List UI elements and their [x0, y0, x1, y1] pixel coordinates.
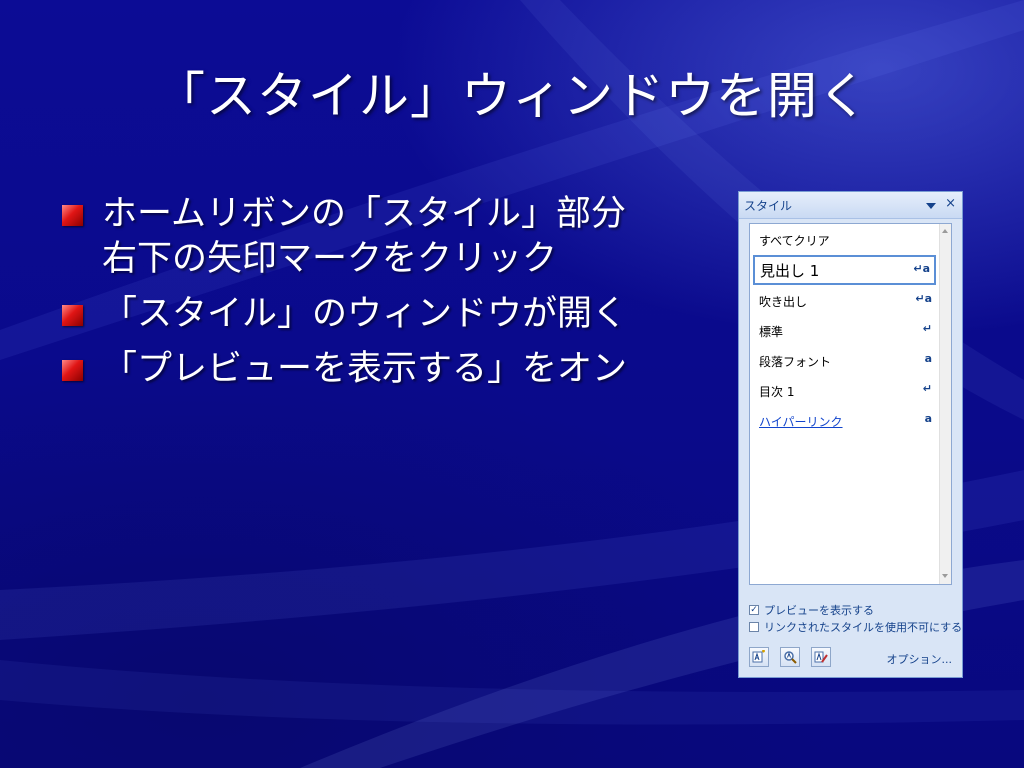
style-item-hyperlink[interactable]: ハイパーリンク a	[753, 407, 936, 433]
paragraph-style-icon: ↵	[922, 382, 932, 395]
style-item-label: 目次 1	[759, 385, 795, 399]
disable-linked-styles-checkbox[interactable]: リンクされたスタイルを使用不可にする	[749, 619, 962, 636]
style-item-paragraph-font[interactable]: 段落フォント a	[753, 347, 936, 373]
style-item-normal[interactable]: 標準 ↵	[753, 317, 936, 343]
style-list: すべてクリア 見出し 1 ↵a 吹き出し ↵a 標準 ↵ 段落フォント a 目次…	[749, 223, 952, 585]
pane-options: ✓ プレビューを表示する リンクされたスタイルを使用不可にする	[749, 602, 962, 636]
style-inspector-button[interactable]	[780, 647, 800, 667]
close-icon[interactable]: ×	[945, 196, 956, 212]
bullet-square-icon	[62, 360, 83, 381]
bullet-text-continued: 右下の矢印マークをクリック	[102, 239, 558, 279]
options-link[interactable]: オプション...	[887, 651, 953, 667]
pane-menu-dropdown-icon[interactable]	[924, 198, 938, 212]
checkbox-checked-icon[interactable]: ✓	[749, 605, 759, 615]
style-inspector-icon	[784, 651, 797, 664]
style-item-label: 吹き出し	[759, 295, 808, 309]
linked-style-icon: ↵a	[913, 262, 930, 275]
bullet-item: 「スタイル」のウィンドウが開く	[62, 292, 712, 337]
style-item-clear-all[interactable]: すべてクリア	[753, 226, 936, 252]
styles-pane: スタイル × すべてクリア 見出し 1 ↵a 吹き出し ↵a 標準 ↵ 段落フォ…	[738, 191, 963, 678]
style-item-label: すべてクリア	[759, 234, 830, 248]
bullet-text: ホームリボンの「スタイル」部分	[102, 194, 626, 234]
paragraph-style-icon: ↵	[922, 322, 932, 335]
bullet-square-icon	[62, 205, 83, 226]
scroll-up-arrow-icon[interactable]	[942, 229, 948, 233]
style-item-label: ハイパーリンク	[759, 415, 843, 429]
character-style-icon: a	[924, 412, 932, 425]
bullet-text: 「プレビューを表示する」をオン	[102, 349, 628, 389]
scroll-down-arrow-icon[interactable]	[942, 574, 948, 578]
linked-style-icon: ↵a	[915, 292, 932, 305]
new-style-button[interactable]	[749, 647, 769, 667]
pane-title: スタイル	[744, 199, 793, 213]
style-item-balloon-text[interactable]: 吹き出し ↵a	[753, 287, 936, 313]
bullet-item: 「プレビューを表示する」をオン	[62, 347, 712, 392]
show-preview-checkbox[interactable]: ✓ プレビューを表示する	[749, 602, 962, 619]
manage-styles-button[interactable]	[811, 647, 831, 667]
style-item-heading-1[interactable]: 見出し 1 ↵a	[753, 255, 936, 285]
bullet-text: 「スタイル」のウィンドウが開く	[102, 294, 628, 334]
pane-header: スタイル ×	[739, 192, 962, 219]
style-item-label: 標準	[759, 325, 784, 339]
disable-linked-styles-label: リンクされたスタイルを使用不可にする	[764, 621, 963, 634]
style-item-label: 段落フォント	[759, 355, 832, 369]
style-item-label: 見出し 1	[760, 262, 820, 280]
slide-title: 「スタイル」ウィンドウを開く	[155, 67, 869, 125]
list-scrollbar[interactable]	[939, 224, 951, 584]
character-style-icon: a	[924, 352, 932, 365]
manage-styles-icon	[814, 651, 828, 663]
style-item-toc-1[interactable]: 目次 1 ↵	[753, 377, 936, 403]
bullet-list: ホームリボンの「スタイル」部分 右下の矢印マークをクリック 「スタイル」のウィン…	[62, 192, 712, 402]
checkbox-unchecked-icon[interactable]	[749, 622, 759, 632]
show-preview-label: プレビューを表示する	[764, 604, 874, 617]
bullet-item: ホームリボンの「スタイル」部分 右下の矢印マークをクリック	[62, 192, 712, 282]
bullet-square-icon	[62, 305, 83, 326]
new-style-icon	[752, 650, 765, 663]
